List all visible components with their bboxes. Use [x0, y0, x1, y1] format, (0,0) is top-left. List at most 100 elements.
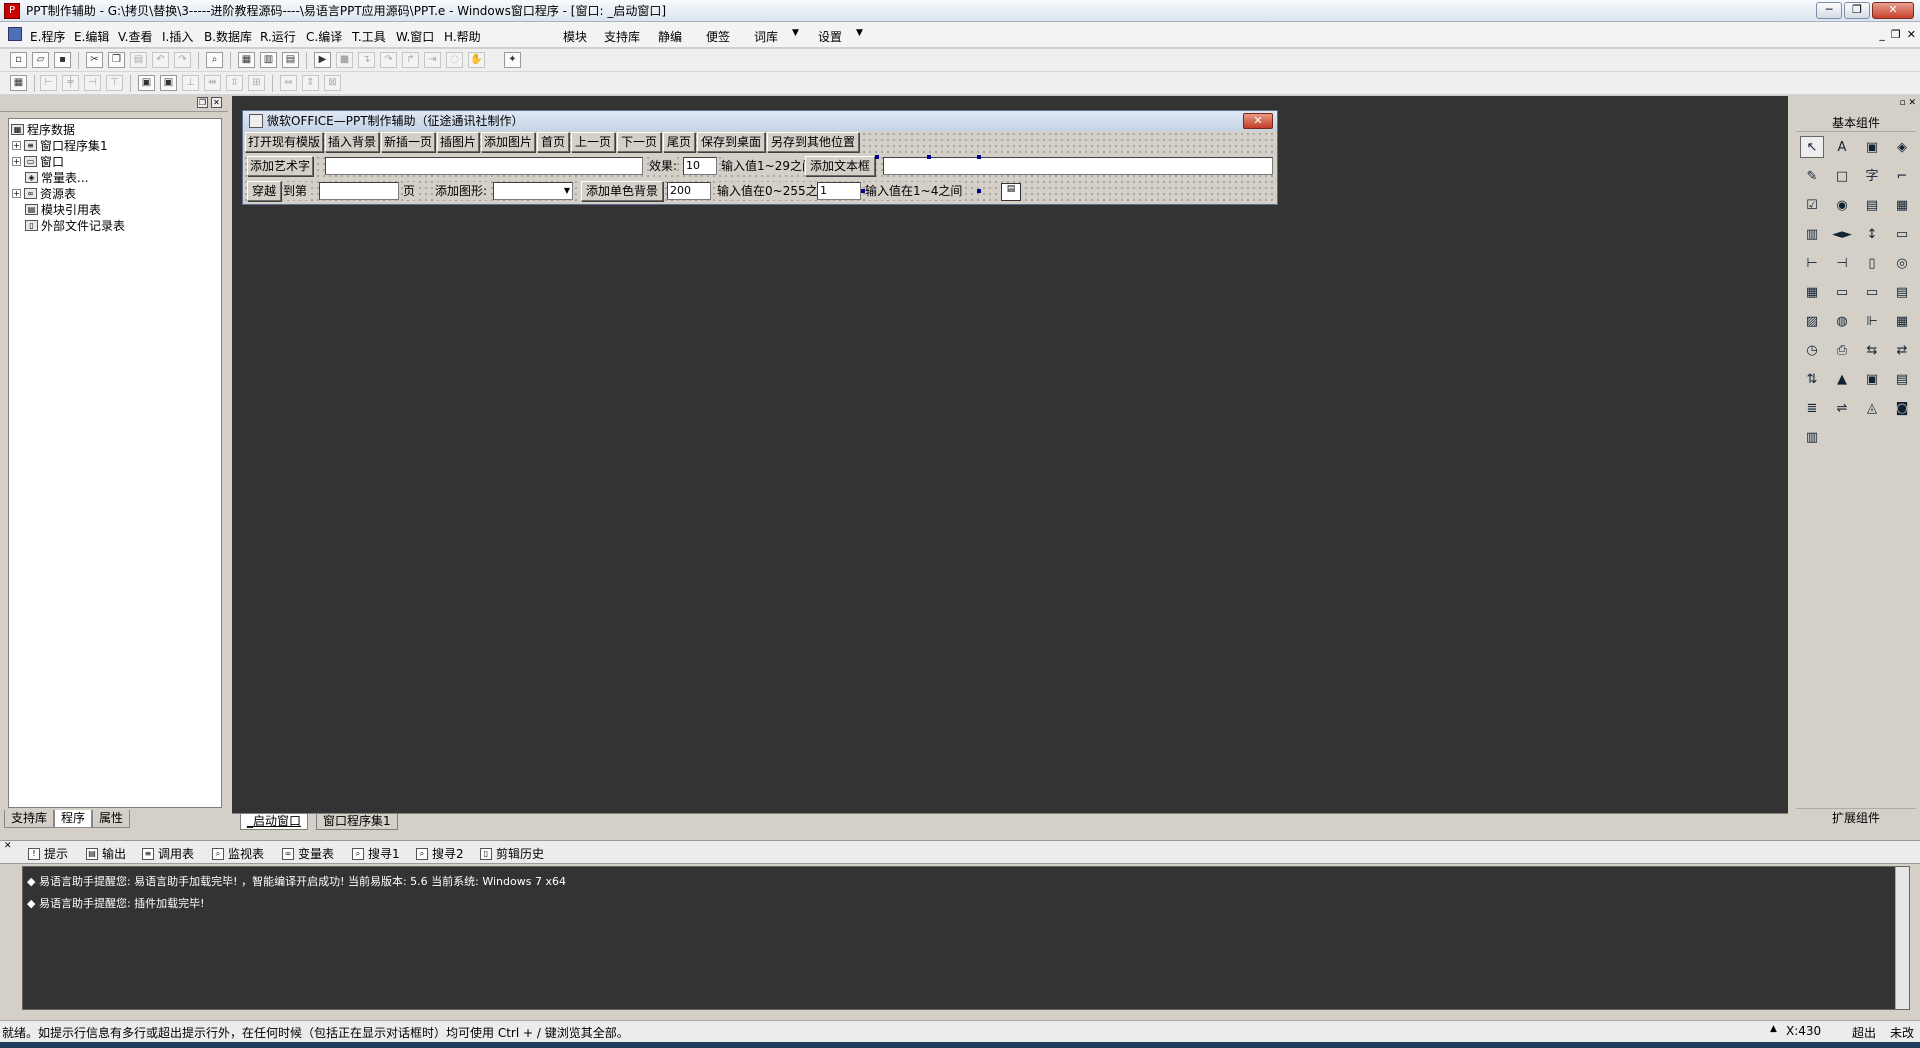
step-into-icon[interactable]: ↴ — [358, 52, 375, 68]
tab-call-table[interactable]: ≡ 调用表 — [142, 845, 194, 862]
tree-item-module-refs[interactable]: ▤ 模块引用表 — [25, 201, 101, 218]
tab-output[interactable]: ▤ 输出 — [86, 845, 126, 862]
align-center-icon[interactable]: ╪ — [62, 75, 79, 91]
component-icon[interactable]: ▥ — [1800, 223, 1824, 245]
menu-compile[interactable]: C.编译 — [306, 28, 342, 45]
menu-edit[interactable]: E.编辑 — [74, 28, 109, 45]
component-icon[interactable]: 字 — [1860, 165, 1884, 187]
component-icon[interactable]: ⊢ — [1800, 252, 1824, 274]
textbox-input[interactable] — [883, 157, 1273, 175]
effect-input[interactable]: 10 — [683, 157, 717, 175]
component-icon[interactable]: ▨ — [1800, 310, 1824, 332]
same-width-icon[interactable]: ▣ — [138, 75, 155, 91]
space-horizontal-icon[interactable]: ⇹ — [204, 75, 221, 91]
close-button[interactable]: ✕ — [1872, 2, 1914, 19]
layout-1-icon[interactable]: ▦ — [238, 52, 255, 68]
component-icon[interactable]: ▤ — [1890, 281, 1914, 303]
component-icon[interactable]: ▦ — [1890, 310, 1914, 332]
component-icon[interactable]: ◷ — [1800, 339, 1824, 361]
component-icon[interactable]: ⇌ — [1830, 397, 1854, 419]
goto-button[interactable]: 穿越 — [247, 181, 281, 201]
step-out-icon[interactable]: ↱ — [402, 52, 419, 68]
open-template-button[interactable]: 打开现有模版 — [245, 132, 323, 152]
lock-layout-icon[interactable]: ⊠ — [324, 75, 341, 91]
design-window-close-icon[interactable]: ✕ — [1243, 113, 1273, 129]
tab-properties[interactable]: 属性 — [92, 810, 131, 828]
component-icon[interactable]: ▭ — [1830, 281, 1854, 303]
component-icon[interactable]: ↕ — [1860, 223, 1884, 245]
menu-insert[interactable]: I.插入 — [162, 28, 193, 45]
output-console[interactable]: ◆ 易语言助手提醒您: 易语言助手加载完毕! ，智能编译开启成功! 当前易版本:… — [22, 866, 1910, 1010]
component-icon[interactable]: □ — [1830, 165, 1854, 187]
add-image-button[interactable]: 添加图片 — [481, 132, 535, 152]
component-icon[interactable]: ▤ — [1860, 194, 1884, 216]
tab-window-assembly[interactable]: 窗口程序集1 — [316, 814, 398, 830]
component-icon[interactable]: ▤ — [1890, 368, 1914, 390]
bg-value-input[interactable]: 200 — [667, 182, 711, 200]
plugin-icon[interactable]: ✦ — [504, 52, 521, 68]
component-icon[interactable]: ↖ — [1800, 136, 1824, 158]
panel-close-icon[interactable]: ✕ — [211, 97, 222, 108]
tab-clip-history[interactable]: ▯ 剪辑历史 — [480, 845, 544, 862]
tree-item-window-assembly[interactable]: + ≡ 窗口程序集1 — [12, 137, 108, 154]
layout-3-icon[interactable]: ▤ — [282, 52, 299, 68]
space-vertical-icon[interactable]: ⇳ — [226, 75, 243, 91]
design-window[interactable]: 微软OFFICE—PPT制作辅助（征途通讯社制作） ✕ 打开现有模版 插入背景 … — [242, 110, 1278, 205]
component-icon[interactable]: ⇄ — [1890, 339, 1914, 361]
menu-settings[interactable]: 设置 — [818, 28, 842, 45]
insert-background-button[interactable]: 插入背景 — [325, 132, 379, 152]
settings-dropdown-icon[interactable]: ▼ — [856, 28, 863, 38]
component-icon[interactable]: ☑ — [1800, 194, 1824, 216]
tab-search1[interactable]: ⌕ 搜寻1 — [352, 845, 400, 862]
component-icon[interactable]: ▥ — [1800, 426, 1824, 448]
shape-value-input[interactable]: 1 — [817, 182, 861, 200]
menu-window[interactable]: W.窗口 — [396, 28, 434, 45]
goto-page-input[interactable] — [319, 182, 399, 200]
align-left-icon[interactable]: ⊢ — [40, 75, 57, 91]
menu-static-compile[interactable]: 静编 — [658, 28, 682, 45]
panel-restore-icon[interactable]: ❐ — [197, 97, 208, 108]
component-icon[interactable]: ◉ — [1830, 194, 1854, 216]
component-icon[interactable]: ▭ — [1860, 281, 1884, 303]
align-middle-icon[interactable]: ⊞ — [248, 75, 265, 91]
center-horizontal-icon[interactable]: ⇔ — [280, 75, 297, 91]
component-icon[interactable]: ▯ — [1860, 252, 1884, 274]
design-canvas[interactable]: 微软OFFICE—PPT制作辅助（征途通讯社制作） ✕ 打开现有模版 插入背景 … — [232, 96, 1788, 813]
last-page-button[interactable]: 尾页 — [663, 132, 695, 152]
component-icon[interactable]: ▣ — [1860, 136, 1884, 158]
save-icon[interactable]: ▪ — [54, 52, 71, 68]
tree-root[interactable]: ▦ 程序数据 — [11, 121, 75, 138]
save-other-button[interactable]: 另存到其他位置 — [767, 132, 859, 152]
run-icon[interactable]: ▶ — [314, 52, 331, 68]
menu-module[interactable]: 模块 — [563, 28, 587, 45]
tree-item-resources[interactable]: + ∞ 资源表 — [12, 185, 76, 202]
tab-support-lib[interactable]: 支持库 — [4, 810, 55, 828]
shape-select[interactable]: ▼ — [493, 182, 573, 200]
maximize-button[interactable]: ❐ — [1844, 2, 1870, 19]
wordart-input[interactable] — [325, 157, 643, 175]
mdi-close-button[interactable]: ✕ — [1907, 28, 1916, 41]
prev-page-button[interactable]: 上一页 — [571, 132, 615, 152]
minimize-button[interactable]: ─ — [1816, 2, 1842, 19]
find-icon[interactable]: ⌕ — [206, 52, 223, 68]
tab-startup-window[interactable]: _启动窗口 — [240, 814, 309, 830]
menu-help[interactable]: H.帮助 — [444, 28, 481, 45]
timer-icon[interactable]: ▤ — [1001, 183, 1021, 201]
run-to-cursor-icon[interactable]: ⇥ — [424, 52, 441, 68]
tree-item-window[interactable]: + ▭ 窗口 — [12, 153, 64, 170]
paste-icon[interactable]: ▤ — [130, 52, 147, 68]
panel-close-icon[interactable]: ▫ ✕ — [1899, 98, 1916, 108]
component-icon[interactable]: ⊩ — [1860, 310, 1884, 332]
save-desktop-button[interactable]: 保存到桌面 — [697, 132, 765, 152]
component-icon[interactable]: ▭ — [1890, 223, 1914, 245]
dictionary-dropdown-icon[interactable]: ▼ — [792, 28, 799, 38]
output-scrollbar[interactable] — [1895, 867, 1909, 1009]
menu-notes[interactable]: 便签 — [706, 28, 730, 45]
breakpoint-icon[interactable]: ◌ — [446, 52, 463, 68]
add-wordart-button[interactable]: 添加艺术字 — [247, 156, 313, 176]
component-icon[interactable]: ▦ — [1890, 194, 1914, 216]
component-icon[interactable]: ✎ — [1800, 165, 1824, 187]
component-icon[interactable]: ◬ — [1860, 397, 1884, 419]
menu-support-lib[interactable]: 支持库 — [604, 28, 640, 45]
component-icon[interactable]: ◄► — [1830, 223, 1854, 245]
